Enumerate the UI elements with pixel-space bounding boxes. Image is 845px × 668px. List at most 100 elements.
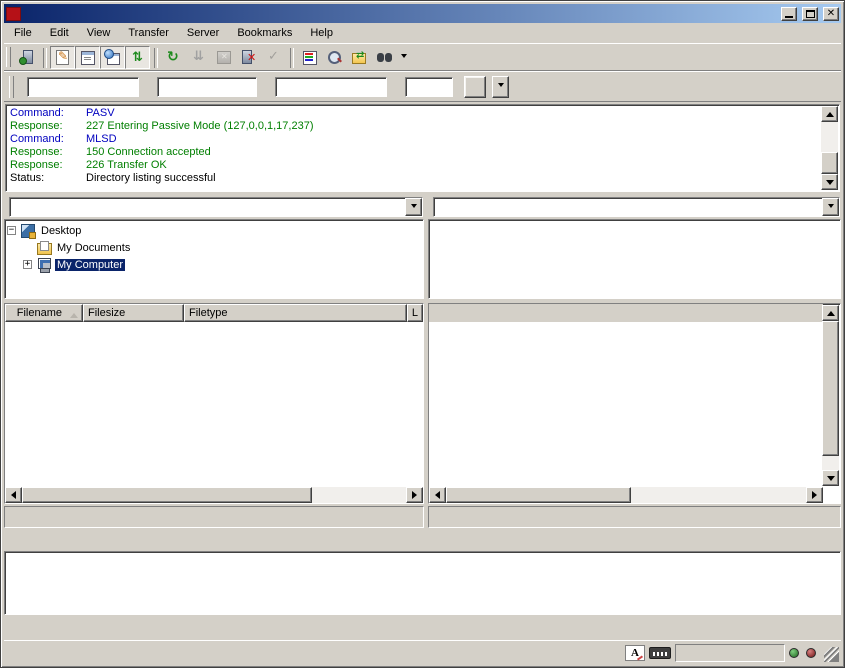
toggle-local-tree-button[interactable] <box>75 46 100 69</box>
find-files-button[interactable] <box>372 46 397 69</box>
menu-item[interactable]: Transfer <box>119 24 178 42</box>
toggle-remote-tree-button[interactable] <box>100 46 125 69</box>
menu-item[interactable]: Edit <box>41 24 78 42</box>
menu-item[interactable]: Help <box>301 24 342 42</box>
combo-dropdown-button[interactable] <box>405 198 422 216</box>
column-header[interactable]: L <box>407 304 423 322</box>
disconnect-button[interactable] <box>236 46 261 69</box>
toolbar-icon <box>351 49 368 65</box>
column-header-label: Filetype <box>189 307 228 319</box>
quickconnect-dropdown[interactable] <box>492 76 509 98</box>
host-input[interactable] <box>27 77 139 97</box>
tree-item-icon <box>36 257 53 272</box>
titlebar: ✕ <box>4 4 841 23</box>
local-hscrollbar[interactable] <box>5 487 423 503</box>
local-file-list: Filename Filesize Filetype L <box>4 303 424 504</box>
combo-dropdown-button[interactable] <box>822 198 839 216</box>
log-scrollbar[interactable] <box>821 106 838 190</box>
remote-file-list <box>428 303 841 504</box>
scrollbar-thumb[interactable] <box>22 487 312 503</box>
toolbar-icon <box>265 49 282 65</box>
remote-vscrollbar[interactable] <box>822 305 839 486</box>
quickbar-grip <box>9 76 14 98</box>
log-line: Status: Directory listing successful <box>10 172 819 185</box>
reconnect-button[interactable] <box>261 46 286 69</box>
data-type-indicator-icon[interactable] <box>625 645 645 661</box>
remote-site-combo[interactable] <box>433 197 840 217</box>
tree-item[interactable]: − Desktop <box>7 222 421 239</box>
tree-expander[interactable]: + <box>23 260 32 269</box>
log-line: Response: 150 Connection accepted <box>10 146 819 159</box>
tree-item[interactable]: + My Computer <box>7 256 421 273</box>
scroll-left-button[interactable] <box>429 487 446 503</box>
menu-item[interactable]: Bookmarks <box>228 24 301 42</box>
arrow-down-icon <box>826 180 834 189</box>
status-bar <box>4 640 841 664</box>
queue-list <box>4 551 841 615</box>
scroll-down-button[interactable] <box>821 174 838 190</box>
cancel-operation-button[interactable] <box>211 46 236 69</box>
arrow-right-icon <box>412 491 421 499</box>
minimize-button[interactable] <box>781 7 797 21</box>
toolbar-icon <box>376 49 393 65</box>
tree-item-icon <box>20 223 37 238</box>
toggle-message-log-button[interactable] <box>50 46 75 69</box>
scroll-up-button[interactable] <box>822 305 839 321</box>
local-site-combo[interactable] <box>9 197 423 217</box>
site-manager-button[interactable] <box>14 46 39 69</box>
password-input[interactable] <box>275 77 387 97</box>
menu-item[interactable]: Server <box>178 24 228 42</box>
column-header-label: Filesize <box>88 307 125 319</box>
synchronized-browsing-button[interactable] <box>347 46 372 69</box>
scroll-right-button[interactable] <box>406 487 423 503</box>
column-header[interactable]: Filesize <box>83 304 184 322</box>
log-line-text: MLSD <box>86 133 117 146</box>
directory-comparison-button[interactable] <box>322 46 347 69</box>
remote-pane <box>428 196 841 528</box>
scrollbar-thumb[interactable] <box>446 487 631 503</box>
resize-grip[interactable] <box>824 647 839 662</box>
scroll-left-button[interactable] <box>5 487 22 503</box>
log-line-label: Command: <box>10 133 86 146</box>
speed-limits-icon[interactable] <box>649 647 671 659</box>
filezilla-window: ✕ FileEditViewTransferServerBookmarksHel… <box>0 0 845 668</box>
close-button[interactable]: ✕ <box>823 7 839 21</box>
directory-filters-button[interactable] <box>297 46 322 69</box>
scroll-down-button[interactable] <box>822 470 839 486</box>
username-input[interactable] <box>157 77 257 97</box>
browser-panes: − Desktop My Documents + My Computer <box>4 196 841 528</box>
menu-item[interactable]: View <box>78 24 120 42</box>
arrow-right-icon <box>812 491 821 499</box>
scroll-right-button[interactable] <box>806 487 823 503</box>
log-line-label: Response: <box>10 146 86 159</box>
arrow-left-icon <box>431 491 440 499</box>
toggle-transfer-queue-button[interactable] <box>125 46 150 69</box>
process-queue-button[interactable] <box>186 46 211 69</box>
log-line-text: 226 Transfer OK <box>86 159 167 172</box>
menu-item[interactable]: File <box>5 24 41 42</box>
maximize-button[interactable] <box>802 7 818 21</box>
scroll-up-button[interactable] <box>821 106 838 122</box>
toolbar-icon <box>79 49 96 65</box>
chevron-down-icon <box>411 204 417 211</box>
column-header[interactable]: Filetype <box>184 304 407 322</box>
column-header-label: L <box>412 307 418 319</box>
toolbar-icon <box>18 49 35 65</box>
tree-expander[interactable]: − <box>7 226 16 235</box>
refresh-button[interactable] <box>161 46 186 69</box>
column-header[interactable]: Filename <box>5 304 83 322</box>
quickconnect-button[interactable] <box>464 76 486 98</box>
chevron-down-icon <box>498 83 504 90</box>
scrollbar-thumb[interactable] <box>821 152 838 174</box>
remote-status <box>428 506 841 528</box>
port-input[interactable] <box>405 77 453 97</box>
log-line-text: 150 Connection accepted <box>86 146 211 159</box>
site-manager-dropdown[interactable] <box>397 46 410 69</box>
column-header-label: Filename <box>17 307 62 319</box>
arrow-down-icon <box>827 476 835 485</box>
toolbar <box>4 44 841 71</box>
log-line-label: Command: <box>10 107 86 120</box>
tree-item[interactable]: My Documents <box>7 239 421 256</box>
scrollbar-thumb[interactable] <box>822 321 839 456</box>
remote-hscrollbar[interactable] <box>429 487 823 503</box>
